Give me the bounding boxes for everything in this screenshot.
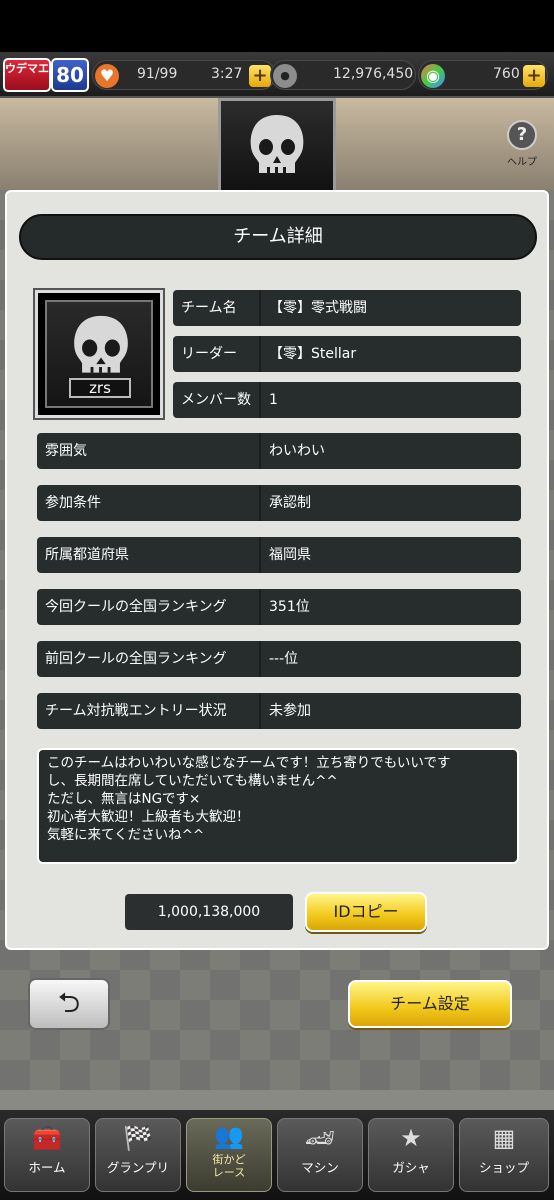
gems-pill: ◉ 760 + (418, 60, 548, 90)
rank-value: 80 (51, 58, 89, 92)
team-settings-button[interactable]: チーム設定 (348, 980, 512, 1028)
group-icon: 👥 (214, 1122, 244, 1150)
field-atmosphere: 雰囲気 わいわい (37, 433, 521, 469)
resource-bar: ウデマエ 80 ♥ 91/99 3:27 + ● 12,976,450 ◉ 76… (0, 52, 554, 98)
field-value: 【零】Stellar (269, 346, 357, 362)
field-team-battle-entry: チーム対抗戦エントリー状況 未参加 (37, 693, 521, 729)
field-value: 承認制 (269, 495, 311, 511)
nav-grand-prix[interactable]: 🏁 グランプリ (95, 1118, 181, 1192)
heart-icon: ♥ (95, 64, 119, 88)
stamina-pill: ♥ 91/99 3:27 + (92, 60, 276, 90)
field-divider (259, 433, 261, 469)
field-divider (259, 537, 261, 573)
coins-pill: ● 12,976,450 (270, 60, 416, 90)
field-member-count: メンバー数 1 (173, 382, 521, 418)
nav-gacha[interactable]: ★ ガシャ (368, 1118, 454, 1192)
field-label: 今回クールの全国ランキング (45, 599, 227, 615)
checkered-flag-icon: 🏁 (123, 1124, 153, 1152)
field-label: チーム対抗戦エントリー状況 (45, 703, 227, 719)
panel-title: チーム詳細 (19, 214, 537, 260)
field-join-condition: 参加条件 承認制 (37, 485, 521, 521)
help-icon: ? (507, 120, 537, 150)
field-team-name: チーム名 【零】零式戦闘 (173, 290, 521, 326)
id-copy-button[interactable]: IDコピー (305, 892, 427, 932)
coin-icon: ● (273, 64, 297, 88)
field-divider (259, 336, 261, 372)
nav-machine[interactable]: 🏎 マシン (277, 1118, 363, 1192)
back-arrow-icon: ⮌ (57, 986, 81, 1019)
team-emblem: zrs (33, 288, 165, 420)
nav-label: ホーム (28, 1160, 66, 1175)
field-value: 【零】零式戦闘 (269, 300, 367, 316)
field-label: チーム名 (181, 300, 237, 316)
field-divider (259, 290, 261, 326)
stamina-timer: 3:27 (211, 66, 243, 82)
field-divider (259, 641, 261, 677)
field-leader: リーダー 【零】Stellar (173, 336, 521, 372)
status-bar-area (0, 0, 554, 52)
field-label: リーダー (181, 346, 237, 362)
nav-street-race[interactable]: 👥 街かど レース (186, 1118, 272, 1192)
field-value: 福岡県 (269, 547, 311, 563)
gem-count: 760 (493, 66, 520, 82)
nav-label: ショップ (478, 1160, 529, 1175)
field-label: 参加条件 (45, 495, 101, 511)
field-value: 未参加 (269, 703, 311, 719)
field-previous-ranking: 前回クールの全国ランキング ---位 (37, 641, 521, 677)
nav-label: グランプリ (106, 1160, 170, 1175)
nav-home[interactable]: 🧰 ホーム (4, 1118, 90, 1192)
team-detail-panel: チーム詳細 zrs チーム名 【零】零式戦闘 リーダー 【零】Stellar メ… (5, 190, 549, 950)
bottom-nav: 🧰 ホーム 🏁 グランプリ 👥 街かど レース 🏎 マシン ★ ガシャ ▦ ショ… (0, 1110, 554, 1200)
add-gems-button[interactable]: + (523, 65, 545, 87)
team-emblem-frame: zrs (45, 300, 153, 408)
help-button[interactable]: ? ヘルプ (502, 120, 542, 168)
toolbox-icon: 🧰 (32, 1124, 62, 1152)
stamina-count: 91/99 (137, 66, 178, 82)
field-divider (259, 589, 261, 625)
field-label: メンバー数 (181, 392, 251, 408)
field-divider (259, 485, 261, 521)
emblem-tag: zrs (69, 378, 131, 398)
field-label: 所属都道府県 (45, 547, 129, 563)
building-icon: ▦ (492, 1124, 516, 1152)
field-divider (259, 382, 261, 418)
rank-badge: ウデマエ (3, 58, 51, 92)
field-prefecture: 所属都道府県 福岡県 (37, 537, 521, 573)
field-value: わいわい (269, 443, 325, 459)
field-value: 1 (269, 392, 278, 408)
team-emblem-header (218, 98, 336, 194)
gem-icon: ◉ (421, 64, 445, 88)
nav-label: 街かど レース (212, 1153, 246, 1179)
field-current-ranking: 今回クールの全国ランキング 351位 (37, 589, 521, 625)
field-divider (259, 693, 261, 729)
help-label: ヘルプ (507, 157, 537, 168)
field-label: 雰囲気 (45, 443, 87, 459)
skull-icon (250, 115, 304, 173)
nav-label: マシン (301, 1160, 339, 1175)
nav-label: ガシャ (392, 1160, 430, 1175)
field-value: ---位 (269, 651, 299, 667)
car-icon: 🏎 (304, 1124, 336, 1152)
field-value: 351位 (269, 599, 310, 615)
nav-shop[interactable]: ▦ ショップ (459, 1118, 549, 1192)
back-button[interactable]: ⮌ (28, 978, 110, 1030)
team-id: 1,000,138,000 (125, 894, 293, 930)
add-stamina-button[interactable]: + (249, 65, 271, 87)
star-icon: ★ (400, 1124, 422, 1152)
coin-count: 12,976,450 (333, 66, 414, 82)
field-label: 前回クールの全国ランキング (45, 651, 227, 667)
team-description[interactable]: このチームはわいわいな感じなチームです！立ち寄りでもいいです し、長期間在席して… (37, 748, 519, 864)
